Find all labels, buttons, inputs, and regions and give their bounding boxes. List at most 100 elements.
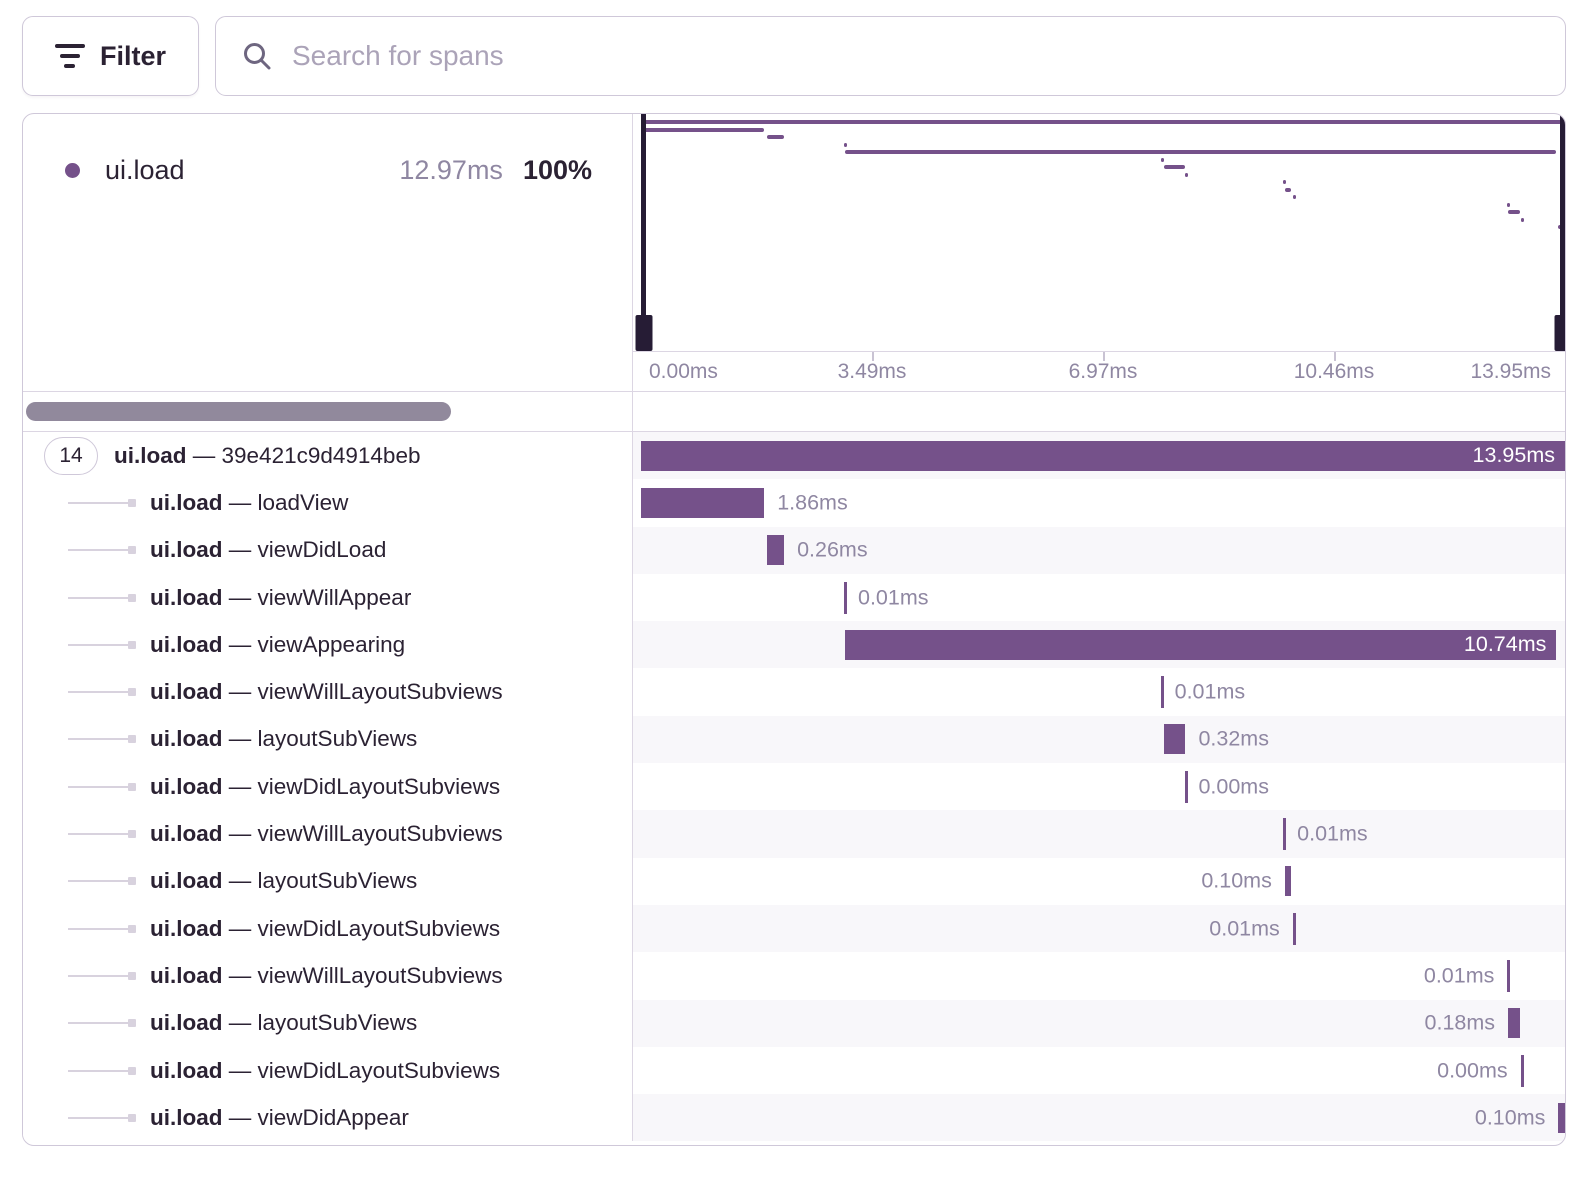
minimap-span-bar [641, 128, 764, 132]
span-row[interactable]: ui.load — loadView 1.86ms [23, 479, 1565, 526]
span-label[interactable]: ui.load — viewWillAppear [150, 585, 411, 611]
tree-connector-dot [128, 735, 136, 743]
span-label[interactable]: ui.load — viewDidLoad [150, 537, 386, 563]
span-label[interactable]: ui.load — layoutSubViews [150, 868, 417, 894]
span-description: viewAppearing [258, 632, 406, 657]
search-icon [242, 41, 272, 71]
span-label[interactable]: ui.load — layoutSubViews [150, 1010, 417, 1036]
span-bar[interactable] [767, 535, 784, 565]
span-bar-cell: 0.00ms [633, 1047, 1565, 1094]
minimap-span-bar [1521, 218, 1524, 222]
span-op: ui.load [150, 963, 223, 988]
minimap-right-grip[interactable] [1554, 315, 1566, 351]
tree-connector-horizontal [68, 738, 128, 740]
span-bar[interactable] [641, 488, 764, 518]
span-tree-cell: ui.load — loadView [23, 479, 633, 526]
span-duration-label: 0.01ms [1424, 963, 1495, 988]
span-op: ui.load [150, 537, 223, 562]
span-label[interactable]: ui.load — viewDidLayoutSubviews [150, 1058, 500, 1084]
filter-button[interactable]: Filter [22, 16, 199, 96]
minimap[interactable] [633, 114, 1565, 351]
minimap-span-bar [1161, 158, 1164, 162]
span-bar-cell: 0.32ms [633, 716, 1565, 763]
span-row[interactable]: ui.load — viewDidLayoutSubviews 0.01ms [23, 905, 1565, 952]
span-label[interactable]: ui.load — layoutSubViews [150, 726, 417, 752]
minimap-left-grip[interactable] [635, 315, 652, 351]
span-label[interactable]: ui.load — loadView [150, 490, 348, 516]
span-bar[interactable] [1185, 771, 1188, 803]
span-op: ui.load [150, 490, 223, 515]
minimap-track [641, 114, 1565, 351]
search-input[interactable] [292, 40, 1539, 72]
span-count-badge[interactable]: 14 [44, 437, 98, 475]
span-bar-cell: 10.74ms [633, 621, 1565, 668]
trace-header: ui.load 12.97ms 100% 0.00ms3.49ms6.97ms1… [23, 114, 1565, 392]
minimap-left-handle[interactable] [641, 114, 646, 351]
span-bar[interactable] [1164, 724, 1185, 754]
span-row[interactable]: ui.load — viewDidLayoutSubviews 0.00ms [23, 1047, 1565, 1094]
minimap-span-bar [767, 135, 784, 139]
span-label[interactable]: ui.load — viewWillLayoutSubviews [150, 679, 503, 705]
span-bar-track: 0.00ms [641, 1047, 1565, 1094]
span-row[interactable]: ui.load — viewDidAppear 0.10ms [23, 1094, 1565, 1141]
span-bar-track: 0.32ms [641, 716, 1565, 763]
span-label[interactable]: ui.load — viewDidLayoutSubviews [150, 774, 500, 800]
tree-connector-horizontal [68, 691, 128, 693]
span-bar-track: 0.10ms [641, 1094, 1565, 1141]
span-row[interactable]: ui.load — viewAppearing 10.74ms [23, 621, 1565, 668]
tree-connector-dot [128, 972, 136, 980]
span-row[interactable]: ui.load — layoutSubViews 0.32ms [23, 716, 1565, 763]
minimap-right-handle[interactable] [1560, 114, 1565, 351]
span-row[interactable]: ui.load — viewWillLayoutSubviews 0.01ms [23, 952, 1565, 999]
span-bar-track: 0.10ms [641, 858, 1565, 905]
span-bar-cell: 0.10ms [633, 858, 1565, 905]
axis-tick-label: 10.46ms [1294, 360, 1375, 384]
span-rows: 14 ui.load — 39e421c9d4914beb 13.95ms ui… [23, 432, 1565, 1141]
span-label[interactable]: ui.load — viewWillLayoutSubviews [150, 821, 503, 847]
scrollbar-track[interactable] [23, 392, 633, 431]
span-bar[interactable]: 13.95ms [641, 441, 1565, 471]
span-bar-cell: 0.01ms [633, 905, 1565, 952]
tree-connector-horizontal [68, 833, 128, 835]
span-row[interactable]: ui.load — viewWillLayoutSubviews 0.01ms [23, 668, 1565, 715]
span-bar[interactable] [1558, 1103, 1565, 1133]
tree-connector-dot [128, 1114, 136, 1122]
span-label[interactable]: ui.load — viewWillLayoutSubviews [150, 963, 503, 989]
span-row[interactable]: ui.load — viewDidLoad 0.26ms [23, 527, 1565, 574]
span-label[interactable]: ui.load — viewDidAppear [150, 1105, 409, 1131]
span-bar[interactable] [1508, 1008, 1520, 1038]
span-duration-label: 0.10ms [1201, 869, 1272, 894]
span-bar[interactable] [1161, 676, 1164, 708]
span-op: ui.load [150, 868, 223, 893]
span-label[interactable]: ui.load — 39e421c9d4914beb [114, 443, 420, 469]
span-description: viewDidLoad [258, 537, 387, 562]
span-bar[interactable] [1293, 913, 1296, 945]
span-bar[interactable]: 10.74ms [845, 630, 1556, 660]
span-duration-label: 0.01ms [1209, 916, 1280, 941]
span-description: layoutSubViews [258, 868, 418, 893]
search-box[interactable] [215, 16, 1566, 96]
span-duration-label: 0.32ms [1198, 727, 1269, 752]
span-row[interactable]: ui.load — layoutSubViews 0.10ms [23, 858, 1565, 905]
span-row[interactable]: ui.load — viewWillAppear 0.01ms [23, 574, 1565, 621]
span-bar[interactable] [1507, 960, 1510, 992]
span-duration-label: 0.00ms [1198, 774, 1269, 799]
span-label[interactable]: ui.load — viewDidLayoutSubviews [150, 916, 500, 942]
span-bar[interactable] [1521, 1055, 1524, 1087]
span-bar[interactable] [1283, 818, 1286, 850]
time-axis-track: 0.00ms3.49ms6.97ms10.46ms13.95ms [641, 352, 1565, 391]
span-label[interactable]: ui.load — viewAppearing [150, 632, 405, 658]
span-row[interactable]: 14 ui.load — 39e421c9d4914beb 13.95ms [23, 432, 1565, 479]
span-row[interactable]: ui.load — viewDidLayoutSubviews 0.00ms [23, 763, 1565, 810]
span-row[interactable]: ui.load — viewWillLayoutSubviews 0.01ms [23, 810, 1565, 857]
tree-connector-horizontal [68, 1070, 128, 1072]
span-description: viewWillAppear [258, 585, 412, 610]
span-bar[interactable] [1285, 866, 1292, 896]
span-description: layoutSubViews [258, 726, 418, 751]
span-bar[interactable] [844, 582, 847, 614]
legend-item-ui-load[interactable]: ui.load 12.97ms 100% [65, 155, 592, 186]
scrollbar-thumb[interactable] [26, 402, 451, 421]
span-duration-label: 1.86ms [777, 490, 848, 515]
tree-connector-horizontal [68, 502, 128, 504]
span-row[interactable]: ui.load — layoutSubViews 0.18ms [23, 1000, 1565, 1047]
